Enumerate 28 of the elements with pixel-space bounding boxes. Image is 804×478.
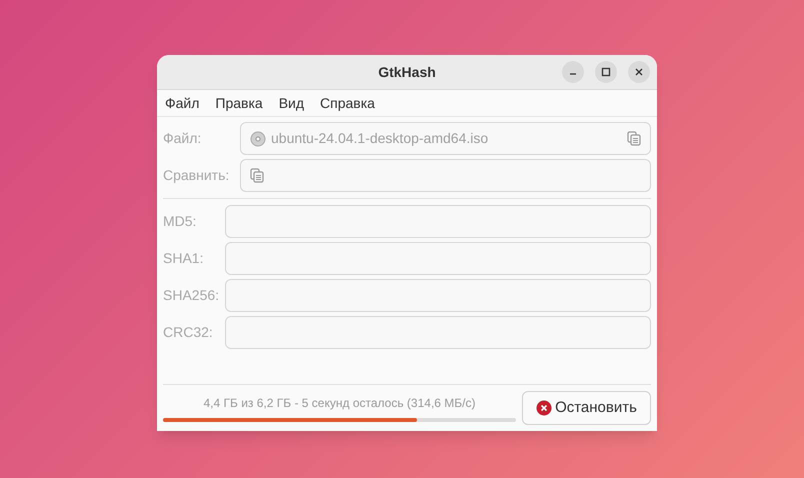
field-label: SHA256: — [163, 286, 220, 305]
close-icon — [634, 67, 644, 77]
menu-item[interactable]: Правка — [215, 92, 263, 114]
field-label: SHA1: — [163, 249, 204, 268]
hash-field[interactable] — [225, 316, 651, 349]
menu-item[interactable]: Файл — [165, 92, 200, 114]
stop-button[interactable]: Остановить — [522, 391, 651, 425]
compare-field[interactable] — [240, 159, 651, 192]
minimize-button[interactable] — [562, 61, 584, 83]
menu-item[interactable]: Вид — [278, 92, 304, 114]
field-label: Файл: — [163, 129, 202, 148]
progress-text: 4,4 ГБ из 6,2 ГБ - 5 секунд осталось (314,6 МБ/с) — [203, 395, 476, 412]
paste-icon — [250, 168, 264, 183]
menu-item[interactable]: Справка — [320, 92, 375, 114]
file-name: ubuntu-24.04.1-desktop-amd64.iso — [271, 129, 490, 148]
hash-field[interactable] — [225, 205, 651, 238]
close-button[interactable] — [628, 61, 650, 83]
maximize-icon — [601, 67, 611, 77]
maximize-button[interactable] — [595, 61, 617, 83]
hash-field[interactable] — [225, 242, 651, 275]
stop-icon — [536, 400, 552, 416]
field-label: MD5: — [163, 212, 198, 231]
disc-icon — [250, 130, 266, 146]
field-label: CRC32: — [163, 323, 214, 342]
hash-field[interactable] — [225, 279, 651, 312]
field-label: Сравнить: — [163, 166, 230, 185]
window-title: GtkHash — [378, 62, 436, 82]
copy-icon — [627, 131, 641, 146]
